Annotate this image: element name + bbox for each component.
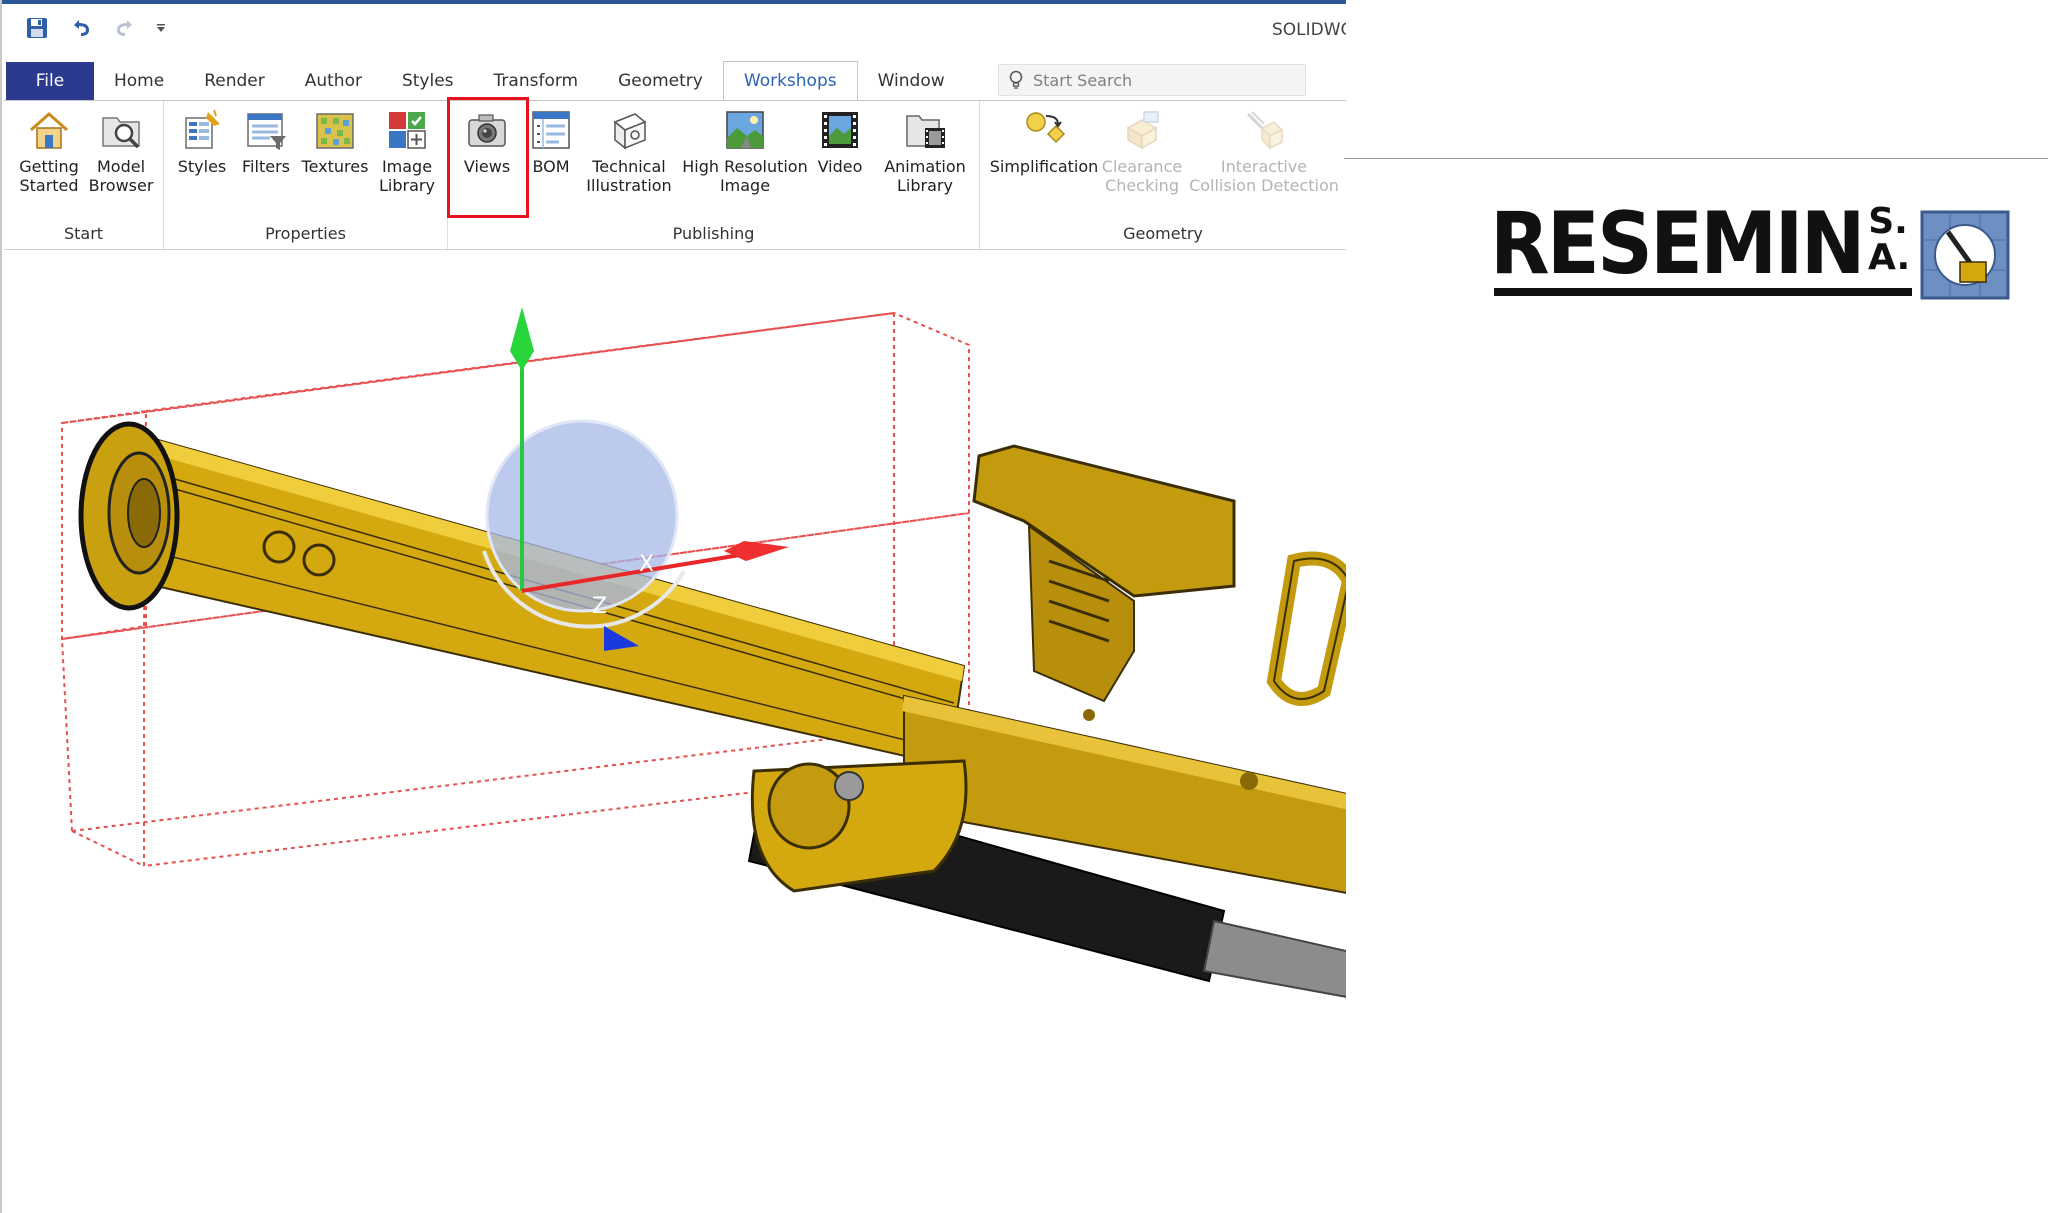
image-library-button[interactable]: Image Library xyxy=(374,107,440,195)
save-button[interactable] xyxy=(22,13,52,43)
simplification-button[interactable]: Simplification xyxy=(990,107,1098,176)
window-accent-bar xyxy=(2,0,1346,4)
simplification-icon xyxy=(1026,112,1066,144)
high-resolution-image-icon xyxy=(726,111,764,149)
model-render: X Z xyxy=(61,307,1625,1068)
clearance-checking-label: Clearance Checking xyxy=(1101,157,1183,195)
ribbon-group-geometry-label: Geometry xyxy=(1123,224,1203,243)
clearance-checking-icon xyxy=(1126,111,1159,150)
getting-started-button[interactable]: Getting Started xyxy=(14,107,84,195)
bom-icon xyxy=(532,111,570,149)
tab-render[interactable]: Render xyxy=(184,62,285,100)
tab-author[interactable]: Author xyxy=(285,62,382,100)
tab-geometry[interactable]: Geometry xyxy=(598,62,723,100)
animation-library-label: Animation Library xyxy=(884,157,966,195)
video-label: Video xyxy=(817,157,863,176)
app-title: SOLIDWORKS xyxy=(1272,20,1346,40)
logo-emblem-icon xyxy=(1920,210,2010,300)
filters-button[interactable]: Filters xyxy=(238,107,294,176)
tab-transform[interactable]: Transform xyxy=(474,62,599,100)
bom-label: BOM xyxy=(532,157,570,176)
filters-label: Filters xyxy=(242,157,290,176)
redo-icon xyxy=(117,20,132,36)
search-box[interactable] xyxy=(998,64,1306,96)
pivot-bracket xyxy=(750,759,968,893)
3d-viewport[interactable]: X Z xyxy=(4,251,1625,1213)
model-browser-icon xyxy=(102,117,140,149)
logo-suffix: S. A. xyxy=(1868,201,1911,278)
collision-detection-icon xyxy=(1246,111,1284,150)
chevron-down-icon xyxy=(157,24,165,32)
collision-detection-label: Interactive Collision Detection xyxy=(1189,157,1339,195)
logo-underline xyxy=(1494,288,1912,296)
ribbon-group-properties: Styles Filters Textures Image Library Pr… xyxy=(164,101,448,249)
tab-file[interactable]: File xyxy=(6,62,94,100)
search-input[interactable] xyxy=(1033,70,1293,90)
logo-text: RESEMIN xyxy=(1490,194,1865,294)
logo-suffix-bottom: A. xyxy=(1868,237,1911,278)
lightbulb-icon xyxy=(999,70,1033,90)
undo-icon xyxy=(74,20,89,36)
styles-label: Styles xyxy=(177,157,227,176)
video-button[interactable]: Video xyxy=(812,107,868,176)
ribbon-group-properties-label: Properties xyxy=(265,224,346,243)
save-icon xyxy=(27,18,47,38)
ribbon-group-start: Getting Started Model Browser Start xyxy=(4,101,164,249)
logo-suffix-top: S. xyxy=(1868,201,1908,242)
ribbon-panel: Getting Started Model Browser Start Styl… xyxy=(4,100,1346,250)
video-icon xyxy=(822,112,858,148)
tab-styles[interactable]: Styles xyxy=(382,62,474,100)
high-resolution-image-label: High Resolution Image xyxy=(682,157,808,195)
ribbon-group-geometry: Simplification Clearance Checking Intera… xyxy=(980,101,1346,249)
simplification-label: Simplification xyxy=(989,157,1099,176)
bom-button[interactable]: BOM xyxy=(526,107,576,176)
tab-window[interactable]: Window xyxy=(858,62,965,100)
model-browser-label: Model Browser xyxy=(88,157,154,195)
animation-library-icon xyxy=(906,115,945,148)
styles-button[interactable]: Styles xyxy=(174,107,230,176)
lifting-eye xyxy=(1266,551,1357,706)
technical-illustration-button[interactable]: Technical Illustration xyxy=(582,107,676,195)
tab-home[interactable]: Home xyxy=(94,62,184,100)
model-browser-button[interactable]: Model Browser xyxy=(86,107,156,195)
redo-button[interactable] xyxy=(110,13,140,43)
quick-access-toolbar xyxy=(22,12,168,44)
tab-workshops[interactable]: Workshops xyxy=(722,61,858,101)
image-library-label: Image Library xyxy=(379,157,435,195)
home-icon xyxy=(30,111,68,149)
panel-divider xyxy=(1344,158,2048,159)
getting-started-label: Getting Started xyxy=(19,157,79,195)
gizmo-x-label: X xyxy=(639,552,654,577)
resemin-logo: RESEMIN S. A. xyxy=(1490,200,2010,310)
textures-icon xyxy=(316,113,354,149)
high-resolution-image-button[interactable]: High Resolution Image xyxy=(680,107,810,195)
filters-icon xyxy=(247,113,286,150)
ribbon-tabs: File Home Render Author Styles Transform… xyxy=(6,60,965,101)
collision-detection-button[interactable]: Interactive Collision Detection xyxy=(1188,107,1340,195)
ribbon-group-publishing-label: Publishing xyxy=(672,224,755,243)
image-library-icon xyxy=(389,112,426,149)
left-flange xyxy=(78,421,180,611)
customize-toolbar-button[interactable] xyxy=(154,13,168,43)
undo-button[interactable] xyxy=(66,13,96,43)
animation-library-button[interactable]: Animation Library xyxy=(878,107,972,195)
ribbon-group-start-label: Start xyxy=(63,224,104,243)
styles-icon xyxy=(185,109,220,149)
views-highlight-box xyxy=(447,97,529,218)
textures-label: Textures xyxy=(301,157,369,176)
clearance-checking-button[interactable]: Clearance Checking xyxy=(1100,107,1184,195)
gizmo-z-label: Z xyxy=(592,594,607,619)
textures-button[interactable]: Textures xyxy=(298,107,372,176)
app-window: SOLIDWORKS File Home Render Author Style… xyxy=(0,0,1625,1213)
technical-illustration-icon xyxy=(613,113,647,150)
top-cover xyxy=(972,444,1236,703)
technical-illustration-label: Technical Illustration xyxy=(586,157,672,195)
